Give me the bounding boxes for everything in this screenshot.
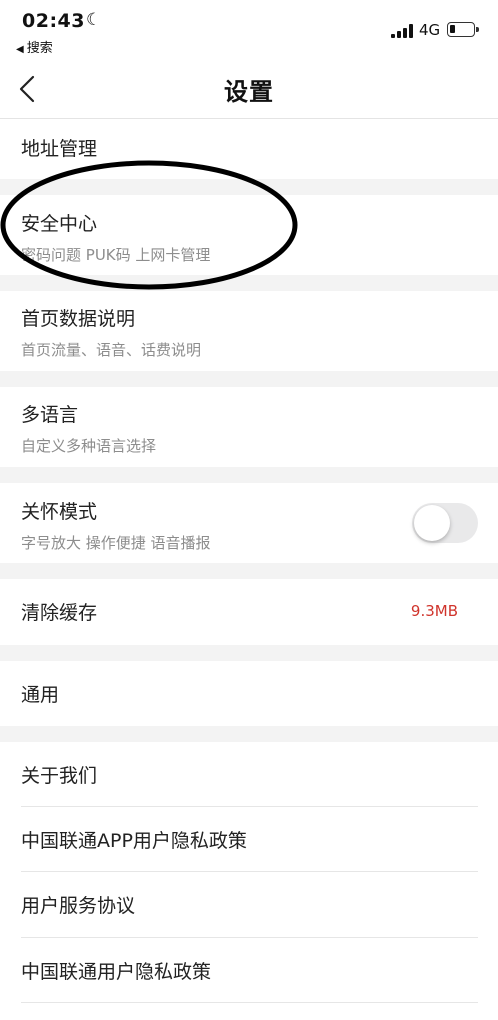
settings-item-address[interactable]: 地址管理	[0, 119, 498, 179]
settings-item-general[interactable]: 通用	[0, 661, 498, 726]
row-divider	[21, 1002, 478, 1003]
settings-item-label: 通用	[21, 684, 60, 706]
section-gap	[0, 726, 498, 742]
status-time: 02:43	[22, 10, 85, 32]
care-mode-toggle[interactable]	[412, 503, 478, 543]
settings-item-subtitle: 字号放大 操作便捷 语音播报	[21, 534, 211, 552]
back-triangle-icon: ◀	[16, 44, 24, 55]
settings-item-label: 用户服务协议	[21, 895, 136, 917]
settings-item-label: 关怀模式	[21, 501, 98, 523]
settings-item-about[interactable]: 关于我们	[0, 742, 498, 807]
settings-item-user-privacy[interactable]: 中国联通用户隐私政策	[0, 938, 498, 1003]
settings-item-label: 首页数据说明	[21, 308, 136, 330]
settings-item-app-privacy[interactable]: 中国联通APP用户隐私政策	[0, 807, 498, 872]
moon-icon: ☾	[86, 10, 102, 30]
section-gap	[0, 645, 498, 661]
toggle-knob	[414, 505, 450, 541]
settings-item-service-agreement[interactable]: 用户服务协议	[0, 872, 498, 938]
signal-icon	[391, 24, 413, 38]
settings-item-clear-cache[interactable]: 清除缓存 9.3MB	[0, 579, 498, 645]
settings-item-label: 中国联通用户隐私政策	[21, 961, 212, 983]
settings-item-home-data[interactable]: 首页数据说明 首页流量、语音、话费说明	[0, 291, 498, 371]
status-bar: 02:43 ☾ ◀ 搜索 4G	[0, 0, 498, 60]
nav-bar: 设置	[0, 60, 498, 119]
cache-size-value: 9.3MB	[410, 602, 458, 620]
settings-item-language[interactable]: 多语言 自定义多种语言选择	[0, 387, 498, 467]
settings-item-security[interactable]: 安全中心 密码问题 PUK码 上网卡管理	[0, 195, 498, 275]
settings-item-label: 地址管理	[21, 138, 98, 160]
page-title: 设置	[224, 78, 274, 106]
section-gap	[0, 371, 498, 387]
settings-item-label: 多语言	[21, 404, 79, 426]
settings-item-label: 安全中心	[21, 213, 98, 235]
settings-item-label: 清除缓存	[21, 602, 98, 624]
settings-item-label: 中国联通APP用户隐私政策	[21, 830, 247, 852]
section-gap	[0, 467, 498, 483]
settings-list: 地址管理 安全中心 密码问题 PUK码 上网卡管理 首页数据说明 首页流量、语音…	[0, 119, 498, 1003]
section-gap	[0, 179, 498, 195]
section-gap	[0, 563, 498, 579]
battery-icon	[447, 22, 479, 37]
network-type: 4G	[419, 21, 441, 39]
back-to-app-link[interactable]: ◀ 搜索	[16, 37, 53, 56]
settings-item-subtitle: 首页流量、语音、话费说明	[21, 341, 202, 359]
settings-item-care-mode[interactable]: 关怀模式 字号放大 操作便捷 语音播报	[0, 483, 498, 563]
back-to-app-label: 搜索	[26, 41, 53, 56]
settings-item-subtitle: 密码问题 PUK码 上网卡管理	[21, 246, 211, 264]
settings-item-subtitle: 自定义多种语言选择	[21, 437, 157, 455]
settings-item-label: 关于我们	[21, 765, 98, 787]
section-gap	[0, 275, 498, 291]
